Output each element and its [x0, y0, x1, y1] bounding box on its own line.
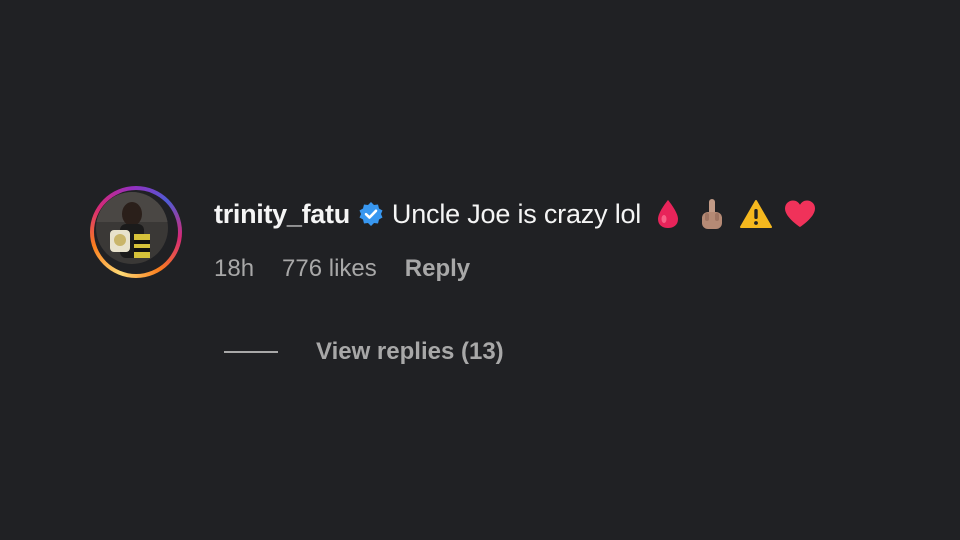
drop-of-blood-icon [651, 197, 685, 231]
view-replies-button[interactable]: View replies (13) [224, 338, 504, 366]
timestamp: 18h [214, 255, 255, 282]
username-link[interactable]: trinity_fatu [214, 199, 350, 230]
comment-body: trinity_fatu Uncle Joe is crazy lol 18h … [214, 194, 817, 284]
avatar[interactable] [90, 186, 182, 278]
red-heart-icon [783, 197, 817, 231]
likes-count[interactable]: 776 likes [282, 255, 377, 283]
warning-icon [739, 197, 773, 231]
comment-line: trinity_fatu Uncle Joe is crazy lol [214, 194, 817, 234]
verified-badge-icon [358, 201, 384, 227]
avatar-image [96, 192, 168, 264]
comment-meta: 18h 776 likes Reply [214, 254, 817, 284]
reply-button[interactable]: Reply [405, 255, 470, 283]
view-replies-label[interactable]: View replies (13) [316, 338, 504, 366]
index-pointing-up-icon [695, 197, 729, 231]
comment-text: Uncle Joe is crazy lol [391, 198, 642, 229]
replies-divider-line [224, 351, 278, 353]
